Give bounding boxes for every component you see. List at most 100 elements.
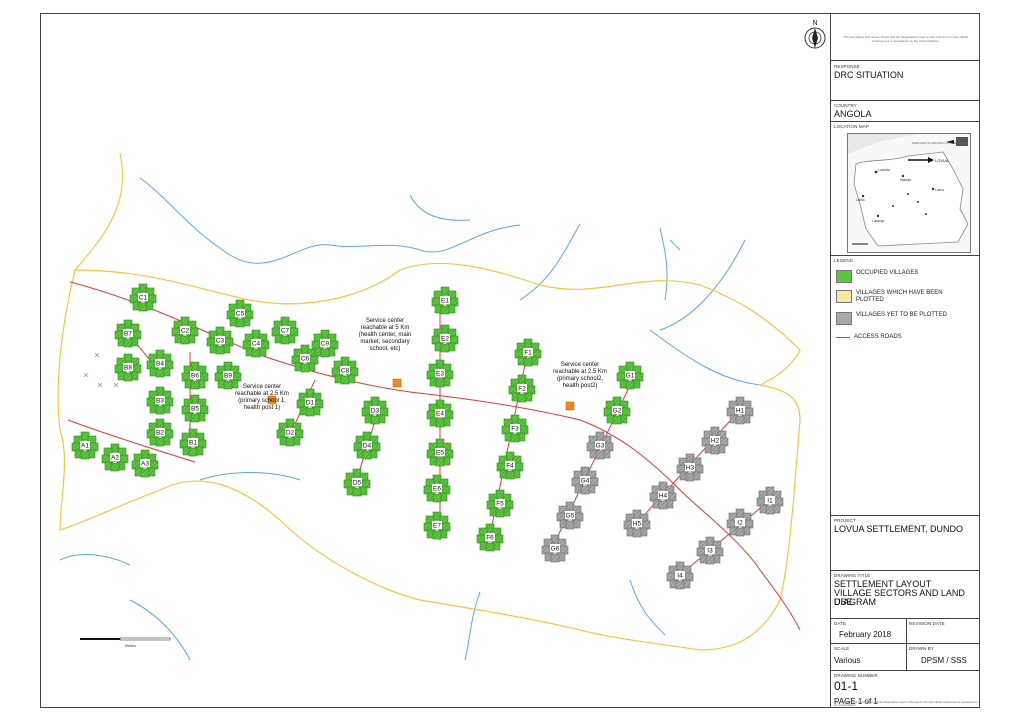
village-f6[interactable]: F6 [476,523,504,552]
village-b6[interactable]: B6 [181,361,209,390]
plot-block [110,462,120,472]
village-c8[interactable]: C8 [331,356,359,385]
village-e1[interactable]: E1 [431,286,459,315]
village-label: E7 [433,523,441,530]
village-b1[interactable]: B1 [179,428,207,457]
village-a2[interactable]: A2 [101,443,129,472]
village-g5[interactable]: G5 [556,501,584,530]
village-b9[interactable]: B9 [214,361,242,390]
plot-markers [83,352,119,388]
village-c7[interactable]: C7 [271,316,299,345]
village-h5[interactable]: H5 [623,509,651,538]
rivers [59,177,761,661]
village-g4[interactable]: G4 [571,466,599,495]
plot-block [190,380,200,390]
village-h2[interactable]: H2 [701,426,729,455]
village-f5[interactable]: F5 [486,489,514,518]
village-label: F6 [486,535,494,542]
village-i3[interactable]: I3 [696,536,724,565]
village-c4[interactable]: C4 [242,329,270,358]
service-center-marker [392,378,402,388]
inset-label-lovua: LOVUA [935,158,949,163]
village-label: A1 [81,443,89,450]
village-label: D5 [353,480,362,487]
village-f1[interactable]: F1 [514,338,542,367]
plot-block [675,580,685,590]
village-d5[interactable]: D5 [343,468,371,497]
drawing-title-section: DRAWING TITLE SETTLEMENT LAYOUT VILLAGE … [831,571,980,619]
service-center-text: Service center [561,362,599,368]
village-g2[interactable]: G2 [603,396,631,425]
legend-roads-text: ACCESS ROADS [854,334,902,340]
village-label: C8 [341,368,350,375]
inset-label-lubango: Lubango [872,219,885,223]
service-center-text: (primary school 1, [238,398,286,404]
village-b4[interactable]: B4 [146,349,174,378]
village-b7[interactable]: B7 [114,319,142,348]
drawing-number-label: DRAWING NUMBER [834,673,878,678]
service-center-2[interactable]: Service centerreachable at 5 Km(health c… [359,318,412,388]
village-label: C7 [281,328,290,335]
village-d2[interactable]: D2 [276,418,304,447]
village-label: G5 [566,513,575,520]
village-e3[interactable]: E3 [426,359,454,388]
village-label: E6 [433,486,441,493]
plot-block [595,450,605,460]
village-h4[interactable]: H4 [649,481,677,510]
village-c9[interactable]: C9 [311,329,339,358]
village-c3[interactable]: C3 [206,326,234,355]
village-c5[interactable]: C5 [226,299,254,328]
village-d1[interactable]: D1 [296,388,324,417]
village-label: G4 [581,478,590,485]
village-i1[interactable]: I1 [756,486,784,515]
village-d4[interactable]: D4 [353,431,381,460]
village-b3[interactable]: B3 [146,386,174,415]
plot-block [440,305,450,315]
village-h3[interactable]: H3 [676,453,704,482]
village-f3[interactable]: F3 [501,414,529,443]
village-f2[interactable]: F2 [508,374,536,403]
village-h1[interactable]: H1 [726,396,754,425]
service-center-text: Service center [243,384,281,390]
village-e4[interactable]: E4 [426,399,454,428]
village-b8[interactable]: B8 [114,353,142,382]
service-center-text: (health center, main [359,332,412,338]
village-c1[interactable]: C1 [129,283,157,312]
service-center-text: Service center [366,318,404,324]
project-value: LOVUA SETTLEMENT, DUNDO [834,524,964,534]
service-center-3[interactable]: Service centerreachable at 2.5 Km(primar… [553,362,607,411]
village-i4[interactable]: I4 [666,561,694,590]
plot-block [123,338,133,348]
footer-note: The boundaries and names shown and the d… [834,701,978,707]
village-f4[interactable]: F4 [496,451,524,480]
plot-block [435,457,445,467]
village-e2[interactable]: E2 [431,324,459,353]
drawing-title-line3: DIAGRAM [834,597,877,607]
village-a1[interactable]: A1 [71,431,99,460]
service-center-1[interactable]: Service centerreachable at 2.5 Km(primar… [235,384,289,411]
village-a3[interactable]: A3 [131,449,159,478]
village-e6[interactable]: E6 [423,474,451,503]
revision-label: REVISION DATE [909,621,945,626]
village-d3[interactable]: D3 [361,396,389,425]
village-b5[interactable]: B5 [181,394,209,423]
plot-block [735,527,745,537]
plot-block [235,318,245,328]
plot-block [155,437,165,447]
village-label: H1 [736,408,745,415]
village-g1[interactable]: G1 [616,361,644,390]
village-i2[interactable]: I2 [726,508,754,537]
village-label: F2 [518,386,526,393]
village-label: B6 [191,373,199,380]
project-section: PROJECT LOVUA SETTLEMENT, DUNDO [831,516,980,571]
village-b2[interactable]: B2 [146,418,174,447]
village-g3[interactable]: G3 [586,431,614,460]
village-label: I3 [707,548,713,555]
village-g6[interactable]: G6 [541,534,569,563]
village-label: B9 [224,373,232,380]
village-label: B2 [156,430,164,437]
village-e5[interactable]: E5 [426,438,454,467]
village-e7[interactable]: E7 [423,511,451,540]
plot-block [658,500,668,510]
village-c2[interactable]: C2 [171,316,199,345]
